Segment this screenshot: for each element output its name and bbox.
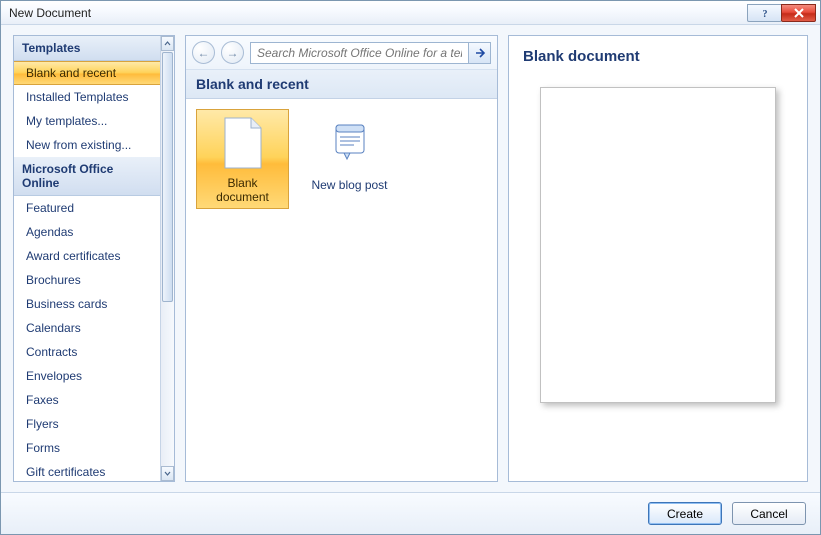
sidebar-item-new-from-existing[interactable]: New from existing... <box>14 133 160 157</box>
document-icon <box>219 116 267 170</box>
close-button[interactable] <box>781 4 816 22</box>
preview-page <box>540 87 776 403</box>
new-document-dialog: New Document ? Templates Blank and recen… <box>0 0 821 535</box>
templates-main-panel: ← → Blank and recent <box>185 35 498 482</box>
nav-back-button[interactable]: ← <box>192 41 215 64</box>
sidebar-header-office-online: Microsoft Office Online <box>14 157 160 196</box>
arrow-right-icon <box>474 47 486 59</box>
chevron-up-icon <box>164 40 171 47</box>
nav-forward-button[interactable]: → <box>221 41 244 64</box>
section-title: Blank and recent <box>186 70 497 99</box>
arrow-left-icon: ← <box>198 46 210 60</box>
search-box <box>250 42 491 64</box>
scrollbar-thumb[interactable] <box>162 52 173 302</box>
preview-title: Blank document <box>519 42 797 77</box>
sidebar-item-envelopes[interactable]: Envelopes <box>14 364 160 388</box>
help-button[interactable]: ? <box>747 4 782 22</box>
search-go-button[interactable] <box>468 43 490 63</box>
sidebar-item-contracts[interactable]: Contracts <box>14 340 160 364</box>
scroll-up-button[interactable] <box>161 36 174 51</box>
sidebar-item-award-certificates[interactable]: Award certificates <box>14 244 160 268</box>
sidebar-item-flyers[interactable]: Flyers <box>14 412 160 436</box>
window-controls: ? <box>748 4 816 22</box>
sidebar-item-agendas[interactable]: Agendas <box>14 220 160 244</box>
template-blank-document[interactable]: Blank document <box>196 109 289 209</box>
sidebar-item-featured[interactable]: Featured <box>14 196 160 220</box>
sidebar-item-installed-templates[interactable]: Installed Templates <box>14 85 160 109</box>
search-input[interactable] <box>251 43 468 63</box>
sidebar-item-calendars[interactable]: Calendars <box>14 316 160 340</box>
sidebar-header-templates: Templates <box>14 36 160 61</box>
cancel-button[interactable]: Cancel <box>732 502 806 525</box>
preview-panel: Blank document <box>508 35 808 482</box>
template-label: New blog post <box>311 178 387 192</box>
sidebar-item-business-cards[interactable]: Business cards <box>14 292 160 316</box>
sidebar-item-faxes[interactable]: Faxes <box>14 388 160 412</box>
arrow-right-icon: → <box>227 46 239 60</box>
titlebar: New Document ? <box>1 1 820 25</box>
create-button[interactable]: Create <box>648 502 722 525</box>
chevron-down-icon <box>164 470 171 477</box>
dialog-footer: Create Cancel <box>1 492 820 534</box>
close-icon <box>793 7 805 19</box>
sidebar-item-blank-recent[interactable]: Blank and recent <box>14 61 160 85</box>
svg-text:?: ? <box>762 9 767 19</box>
help-icon: ? <box>759 7 771 19</box>
template-new-blog-post[interactable]: New blog post <box>303 109 396 209</box>
sidebar-item-my-templates[interactable]: My templates... <box>14 109 160 133</box>
template-items: Blank document New blog post <box>186 99 497 219</box>
sidebar-item-gift-certificates[interactable]: Gift certificates <box>14 460 160 481</box>
sidebar-item-forms[interactable]: Forms <box>14 436 160 460</box>
blog-post-icon <box>326 116 374 172</box>
template-label: Blank document <box>201 176 284 204</box>
sidebar-scrollbar[interactable] <box>160 36 174 481</box>
templates-sidebar: Templates Blank and recent Installed Tem… <box>13 35 175 482</box>
window-title: New Document <box>9 6 748 20</box>
main-toolbar: ← → <box>186 36 497 70</box>
scroll-down-button[interactable] <box>161 466 174 481</box>
sidebar-item-brochures[interactable]: Brochures <box>14 268 160 292</box>
